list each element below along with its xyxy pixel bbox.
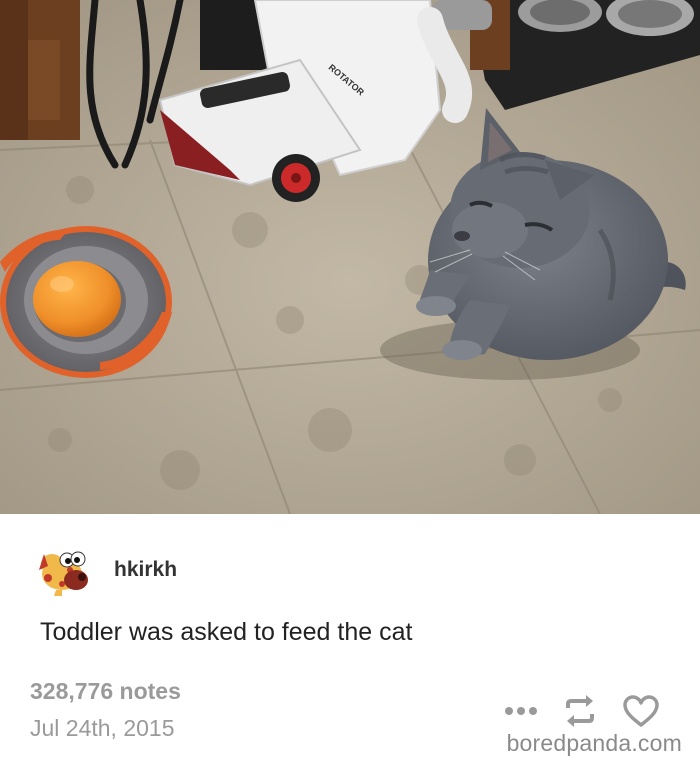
post-photo: ROTATOR (0, 0, 700, 514)
user-avatar[interactable] (36, 544, 90, 596)
post-actions (480, 694, 660, 728)
username[interactable]: hkirkh (114, 558, 177, 582)
bowl-with-orange (0, 226, 172, 378)
more-dots-icon[interactable] (504, 706, 538, 716)
heart-icon[interactable] (622, 694, 660, 728)
wooden-cabinet (0, 0, 80, 140)
notes-count[interactable]: 328,776 notes (30, 678, 181, 705)
post-card: hkirkh Toddler was asked to feed the cat… (0, 514, 700, 766)
post-date[interactable]: Jul 24th, 2015 (30, 715, 175, 742)
reblog-icon[interactable] (562, 694, 598, 728)
post-caption: Toddler was asked to feed the cat (40, 618, 413, 646)
watermark: boredpanda.com (506, 730, 682, 756)
dog-avatar-icon (39, 551, 88, 596)
orange (33, 261, 121, 337)
